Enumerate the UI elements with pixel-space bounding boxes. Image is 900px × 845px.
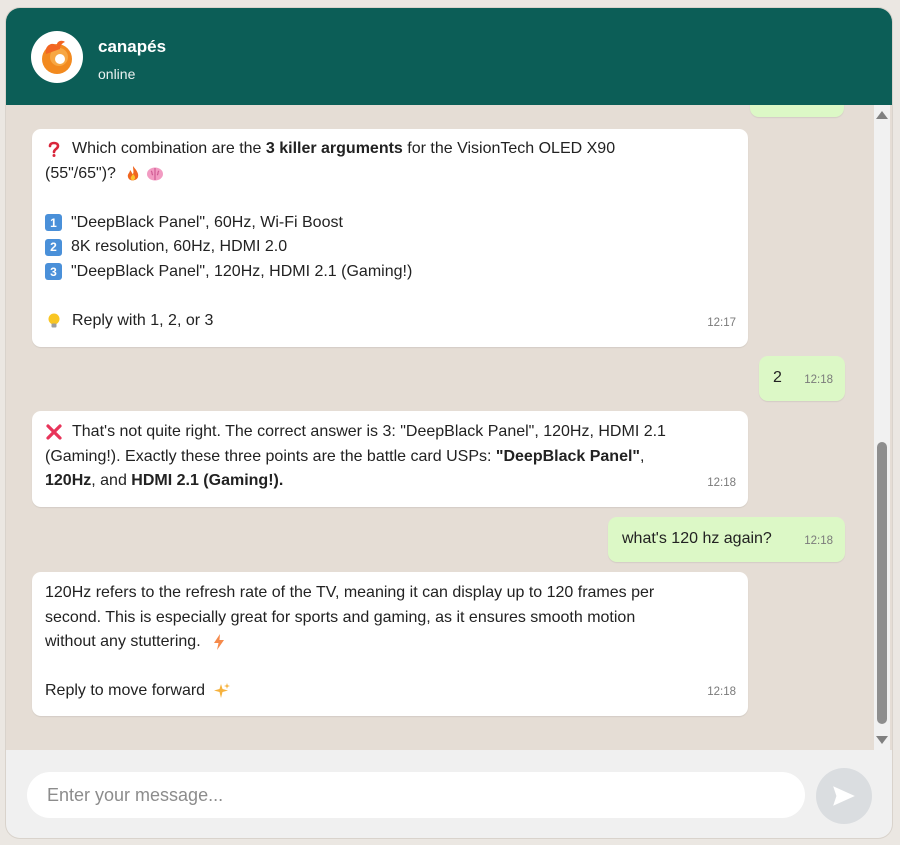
- composer: [6, 750, 892, 838]
- chat-header: canapés online: [6, 8, 892, 105]
- cross-mark-icon: [46, 424, 62, 440]
- info-text: 120Hz refers to the refresh rate of the …: [45, 584, 655, 601]
- message-text: 2: [773, 369, 782, 386]
- scrollbar[interactable]: [874, 105, 890, 750]
- scrollbar-thumb[interactable]: [877, 442, 887, 724]
- message-info: 120Hz refers to the refresh rate of the …: [32, 572, 748, 716]
- feedback-text: ,: [640, 447, 645, 465]
- question-bold-text: 3 killer arguments: [265, 140, 403, 157]
- send-icon: [833, 786, 855, 806]
- feedback-bold-text: 120Hz: [45, 472, 92, 489]
- option-2: 2 8K resolution, 60Hz, HDMI 2.0: [45, 235, 735, 260]
- sparkles-icon: [214, 683, 231, 699]
- canapes-logo-icon: [42, 40, 72, 74]
- send-button[interactable]: [816, 768, 872, 824]
- message-input[interactable]: [27, 772, 805, 818]
- message-time: 12:18: [707, 476, 736, 489]
- message-text: what's 120 hz again?: [622, 530, 772, 547]
- scroll-down-icon[interactable]: [876, 736, 888, 744]
- feedback-text: , and: [91, 472, 132, 489]
- message-outgoing-question: what's 120 hz again? 12:18: [608, 517, 845, 562]
- feedback-text: That's not quite right. The correct answ…: [72, 423, 666, 440]
- feedback-bold-text: "DeepBlack Panel": [495, 447, 640, 465]
- scroll-up-icon[interactable]: [876, 111, 888, 119]
- brain-icon: [146, 167, 163, 181]
- feedback-bold-text: HDMI 2.1 (Gaming!).: [131, 472, 284, 489]
- message-time: 12:17: [707, 316, 736, 329]
- keycap-1-icon: 1: [45, 214, 62, 232]
- chat-window: canapés online Which combination are the…: [6, 8, 892, 838]
- reply-hint-text: Reply with 1, 2, or 3: [72, 311, 214, 329]
- keycap-3-icon: 3: [45, 263, 62, 281]
- info-text: second. This is especially great for spo…: [45, 608, 636, 626]
- chat-status: online: [98, 66, 136, 82]
- fire-icon: [127, 165, 139, 181]
- feedback-text: (Gaming!). Exactly these three points ar…: [45, 447, 496, 465]
- question-text: Which combination are the: [72, 140, 266, 157]
- message-partial-outgoing: [750, 105, 844, 117]
- info-text: without any stuttering.: [45, 633, 201, 650]
- reply-hint: Reply with 1, 2, or 3: [45, 309, 735, 334]
- keycap-2-icon: 2: [45, 238, 62, 256]
- option-text: "DeepBlack Panel", 60Hz, Wi-Fi Boost: [71, 213, 343, 231]
- question-mark-icon: [48, 141, 60, 158]
- message-feedback: That's not quite right. The correct answ…: [32, 411, 748, 507]
- chat-title: canapés: [98, 37, 167, 56]
- question-text-end: for the VisionTech OLED X90: [402, 140, 616, 157]
- message-time: 12:18: [804, 373, 833, 386]
- lightning-icon: [213, 634, 224, 651]
- light-bulb-icon: [48, 313, 60, 328]
- option-text: 8K resolution, 60Hz, HDMI 2.0: [71, 238, 288, 255]
- option-1: 1 "DeepBlack Panel", 60Hz, Wi-Fi Boost: [45, 211, 735, 236]
- message-outgoing-answer: 2 12:18: [759, 356, 845, 401]
- question-text-line2: (55"/65")?: [45, 164, 116, 182]
- message-time: 12:18: [804, 534, 833, 547]
- message-question: Which combination are the 3 killer argum…: [32, 129, 748, 347]
- option-3: 3 "DeepBlack Panel", 120Hz, HDMI 2.1 (Ga…: [45, 260, 735, 285]
- option-text: "DeepBlack Panel", 120Hz, HDMI 2.1 (Gami…: [71, 262, 413, 280]
- avatar[interactable]: [31, 31, 83, 83]
- info-text: Reply to move forward: [45, 682, 206, 699]
- message-time: 12:18: [707, 685, 736, 698]
- message-list[interactable]: Which combination are the 3 killer argum…: [6, 105, 892, 750]
